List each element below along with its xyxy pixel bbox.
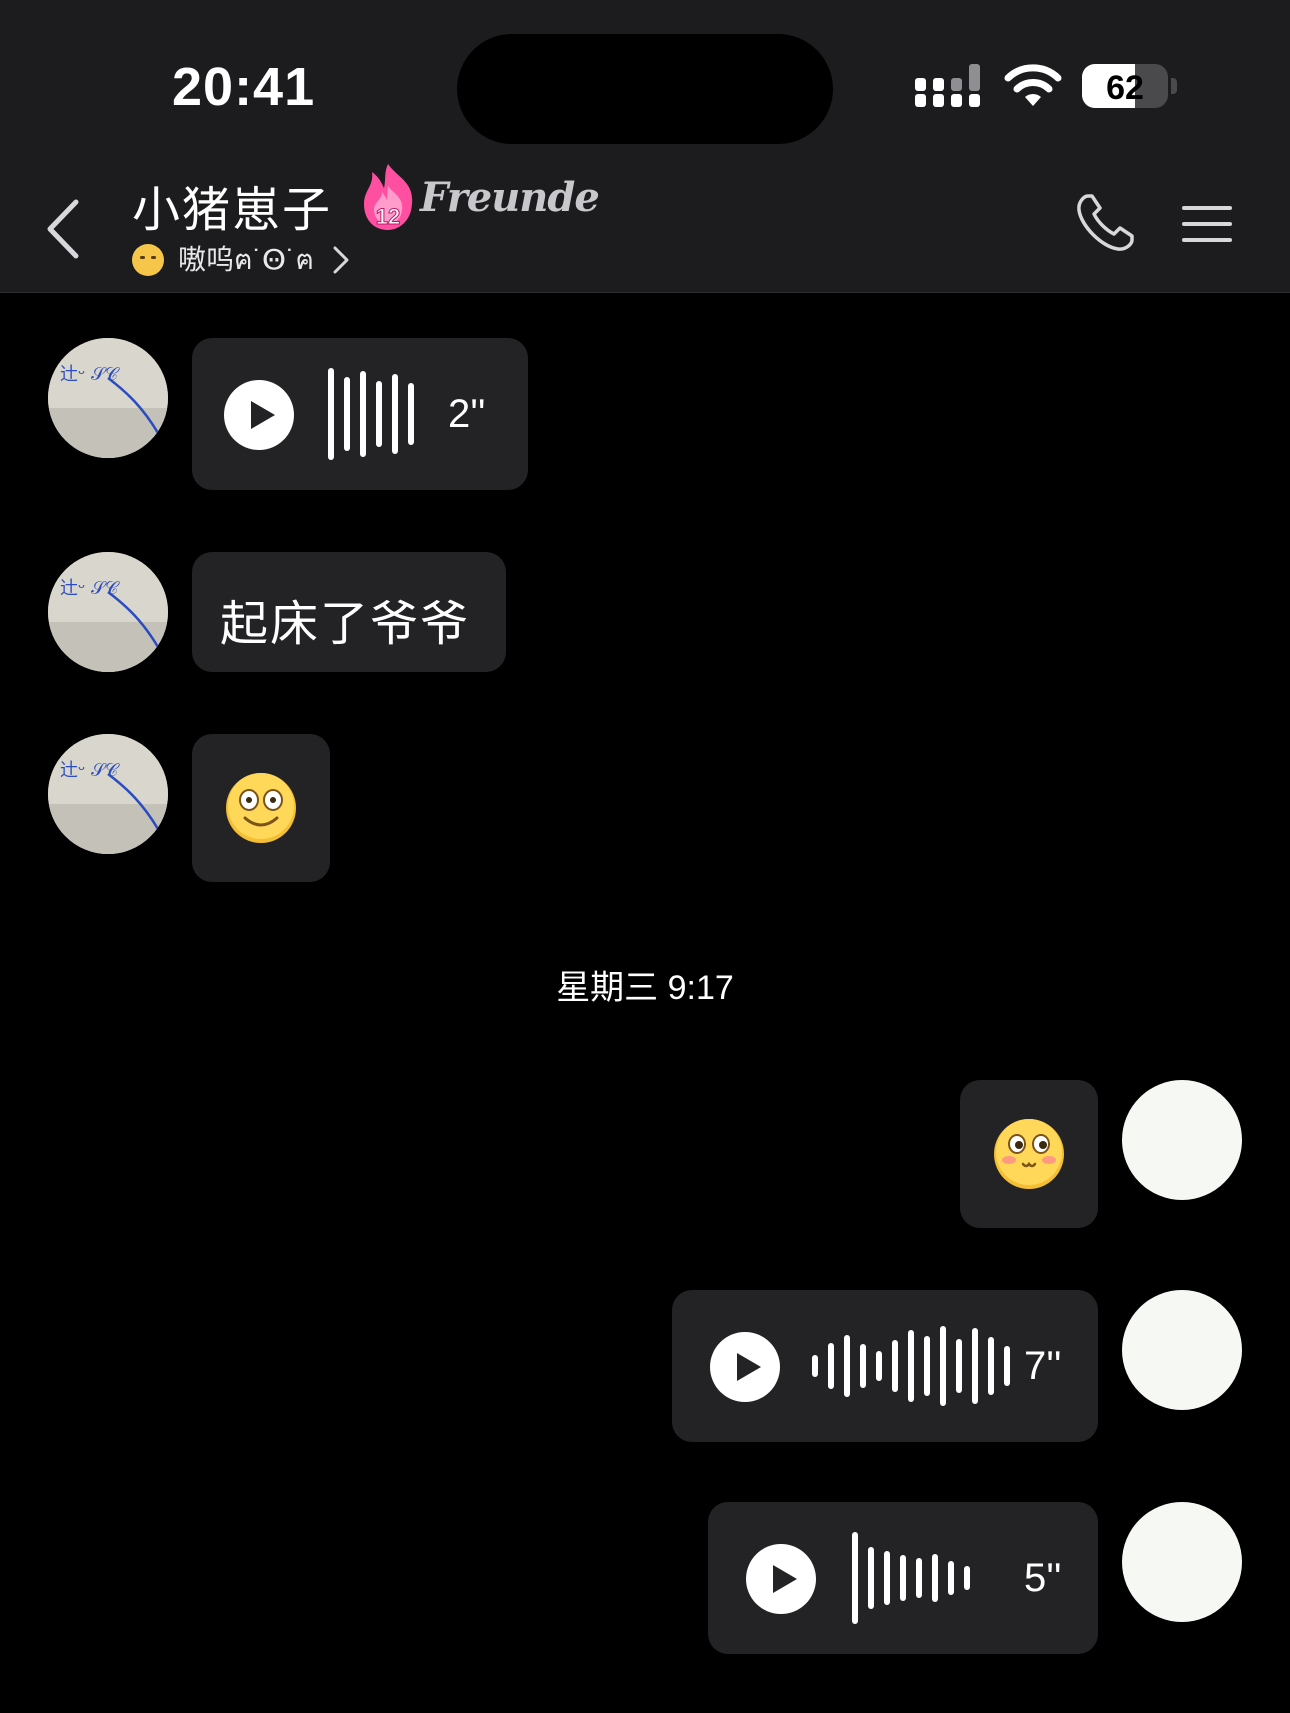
emoji-message-bubble[interactable]	[192, 734, 330, 882]
phone-call-icon[interactable]	[1074, 192, 1136, 254]
avatar-image	[48, 734, 168, 854]
status-text: 嗷呜ฅ˙Ꙫ˙ฅ	[178, 244, 315, 275]
wifi-icon	[1004, 64, 1062, 106]
voice-message-bubble[interactable]: 5''	[708, 1502, 1098, 1654]
waveform	[852, 1532, 980, 1624]
menu-icon[interactable]	[1182, 204, 1232, 244]
voice-duration: 5''	[1024, 1556, 1062, 1600]
waveform	[328, 368, 424, 460]
my-avatar[interactable]	[1122, 1502, 1242, 1622]
chat-title[interactable]: 小猪崽子	[132, 170, 332, 240]
chevron-right-icon	[333, 246, 349, 274]
smile-emoji-icon	[226, 773, 296, 843]
text-message-bubble[interactable]: 起床了爷爷	[192, 552, 506, 672]
my-avatar[interactable]	[1122, 1080, 1242, 1200]
avatar-image	[48, 552, 168, 672]
blush-emoji-icon	[994, 1119, 1064, 1189]
contact-avatar[interactable]	[48, 734, 168, 854]
play-icon[interactable]	[746, 1544, 816, 1614]
voice-duration: 2''	[448, 392, 486, 436]
flame-streak-icon: 12	[364, 164, 413, 230]
voice-message-bubble[interactable]: 7''	[672, 1290, 1098, 1442]
status-bar: 20:41 62	[0, 0, 1290, 160]
chat-timestamp: 星期三 9:17	[556, 969, 734, 1007]
play-icon[interactable]	[710, 1332, 780, 1402]
avatar-image	[48, 338, 168, 458]
status-row[interactable]: 嗷呜ฅ˙Ꙫ˙ฅ	[132, 240, 352, 280]
contact-avatar[interactable]	[48, 552, 168, 672]
battery-percent: 62	[1106, 69, 1144, 107]
my-avatar[interactable]	[1122, 1290, 1242, 1410]
friend-badge: Freunde	[420, 174, 600, 221]
play-icon[interactable]	[224, 380, 294, 450]
contact-avatar[interactable]	[48, 338, 168, 458]
battery-nub	[1171, 78, 1177, 94]
status-emoji-icon	[132, 244, 164, 276]
voice-message-bubble[interactable]: 2''	[192, 338, 528, 490]
voice-duration: 7''	[1024, 1344, 1062, 1388]
message-text: 起床了爷爷	[220, 598, 471, 651]
status-time: 20:41	[172, 57, 316, 117]
dynamic-island	[457, 34, 833, 144]
signal-icon	[915, 64, 980, 107]
waveform	[812, 1324, 1020, 1408]
chat-header: 小猪崽子 12 Freunde 嗷呜ฅ˙Ꙫ˙ฅ	[0, 160, 1290, 293]
streak-count: 12	[376, 204, 400, 229]
battery-icon: 62	[1082, 64, 1168, 108]
back-arrow-icon[interactable]	[40, 194, 90, 264]
emoji-message-bubble[interactable]	[960, 1080, 1098, 1228]
